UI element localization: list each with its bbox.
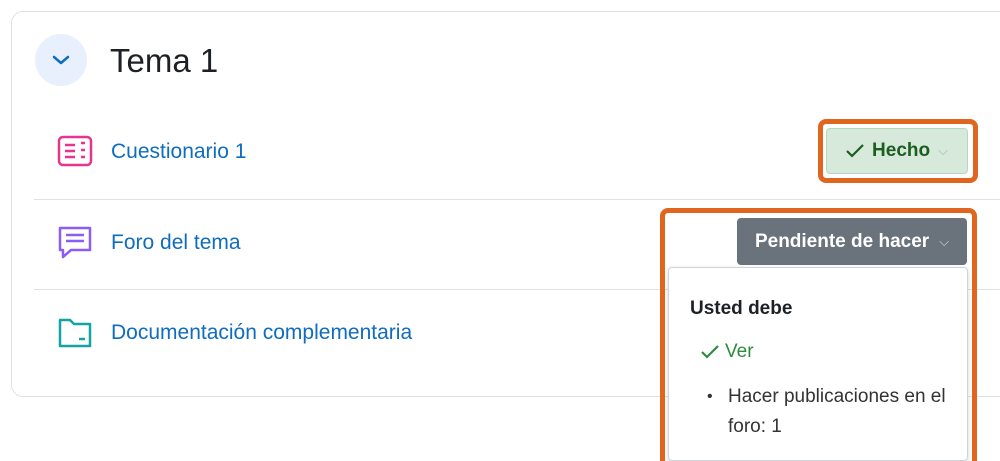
chevron-down-icon: ⌵: [939, 233, 950, 249]
completion-todo-button[interactable]: Pendiente de hacer ⌵: [737, 218, 967, 265]
bullet-icon: •: [707, 388, 713, 405]
popover-done-label: Ver: [725, 341, 754, 362]
section-collapse-button[interactable]: [35, 34, 87, 86]
completion-done-label: Hecho: [872, 140, 931, 161]
activity-link-quiz[interactable]: Cuestionario 1: [111, 139, 246, 165]
popover-done-item: Ver: [701, 341, 754, 363]
quiz-icon: [57, 135, 93, 167]
check-icon: [701, 345, 719, 359]
chevron-down-icon: ⌵: [938, 143, 948, 158]
popover-pending-label: Hacer publicaciones en el foro: 1: [728, 386, 946, 437]
popover-title: Usted debe: [690, 298, 793, 319]
activity-link-folder[interactable]: Documentación complementaria: [111, 320, 412, 346]
completion-todo-label: Pendiente de hacer: [754, 230, 930, 252]
check-icon: [846, 144, 864, 158]
section-title: Tema 1: [110, 42, 219, 79]
row-divider: [34, 199, 1000, 200]
completion-popover: Usted debe Ver • Hacer publicaciones en …: [668, 267, 968, 461]
completion-done-button[interactable]: Hecho ⌵: [826, 128, 968, 174]
activity-link-forum[interactable]: Foro del tema: [111, 230, 241, 256]
folder-icon: [58, 318, 92, 348]
chevron-down-icon: [52, 55, 70, 65]
forum-icon: [58, 226, 92, 259]
